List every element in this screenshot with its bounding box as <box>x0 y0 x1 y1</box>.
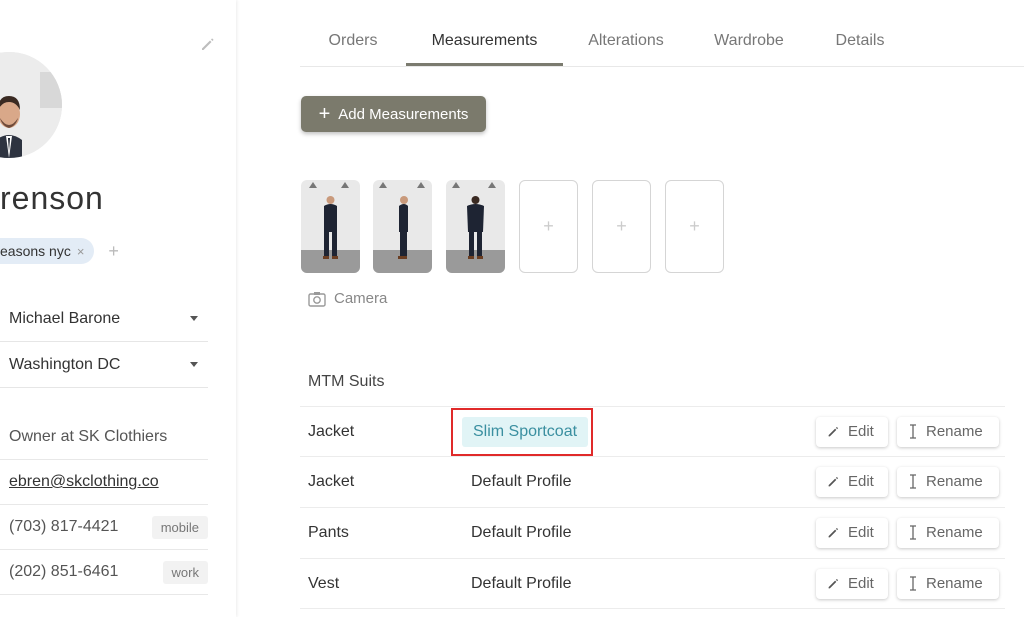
tag-list: easons nyc × + <box>0 238 119 264</box>
edit-button[interactable]: Edit <box>816 517 888 548</box>
camera-label: Camera <box>334 290 388 307</box>
garment-label: Jacket <box>308 422 355 440</box>
rename-label: Rename <box>926 524 983 541</box>
phone-number[interactable]: (202) 851-6461 <box>9 563 118 581</box>
phone-type-badge: work <box>162 560 208 584</box>
phone-row: (202) 851-6461 work <box>0 550 208 595</box>
job-title: Owner at SK Clothiers <box>9 428 168 445</box>
edit-label: Edit <box>848 575 874 592</box>
pencil-icon <box>828 476 839 487</box>
profile-label[interactable]: Default Profile <box>471 575 572 593</box>
edit-label: Edit <box>848 423 874 440</box>
table-row: Jacket Default Profile Edit Rename <box>300 456 1005 506</box>
customer-tag[interactable]: easons nyc × <box>0 238 95 264</box>
tab-details[interactable]: Details <box>822 18 898 66</box>
phone-number[interactable]: (703) 817-4421 <box>9 518 118 536</box>
garment-label: Vest <box>308 574 340 592</box>
rename-label: Rename <box>926 423 983 440</box>
add-measurements-label: Add Measurements <box>338 105 469 123</box>
edit-button[interactable]: Edit <box>816 416 888 447</box>
stylist-value: Michael Barone <box>9 309 121 327</box>
add-photo-slot[interactable]: + <box>519 180 578 273</box>
profile-label[interactable]: Default Profile <box>471 473 572 491</box>
add-tag-icon[interactable]: + <box>108 241 119 262</box>
text-cursor-icon <box>910 474 916 489</box>
close-icon[interactable]: × <box>77 244 85 259</box>
rename-button[interactable]: Rename <box>897 466 999 497</box>
highlight-box <box>451 408 593 456</box>
table-row: Pants Default Profile Edit Rename <box>300 507 1005 557</box>
edit-label: Edit <box>848 524 874 541</box>
customer-name: renson <box>0 180 104 216</box>
table-divider <box>300 608 1005 609</box>
chevron-down-icon <box>190 316 198 321</box>
chevron-down-icon <box>190 362 198 367</box>
add-measurements-button[interactable]: + Add Measurements <box>301 96 486 132</box>
rename-label: Rename <box>926 575 983 592</box>
photo-front[interactable] <box>301 180 360 273</box>
camera-button[interactable]: Camera <box>308 290 387 307</box>
edit-label: Edit <box>848 473 874 490</box>
text-cursor-icon <box>910 525 916 540</box>
photo-back[interactable] <box>446 180 505 273</box>
pencil-icon <box>828 578 839 589</box>
job-title-row: Owner at SK Clothiers <box>0 415 208 460</box>
pencil-icon <box>828 426 839 437</box>
tag-label: easons nyc <box>0 243 71 259</box>
phone-row: (703) 817-4421 mobile <box>0 505 208 550</box>
pencil-icon <box>828 527 839 538</box>
profile-label[interactable]: Default Profile <box>471 524 572 542</box>
photo-side[interactable] <box>373 180 432 273</box>
rename-button[interactable]: Rename <box>897 568 999 599</box>
tab-wardrobe[interactable]: Wardrobe <box>700 18 798 66</box>
plus-icon: + <box>318 103 331 125</box>
rename-button[interactable]: Rename <box>897 517 999 548</box>
location-value: Washington DC <box>9 355 121 373</box>
camera-icon <box>308 291 326 307</box>
avatar <box>0 52 62 158</box>
section-title: MTM Suits <box>308 373 385 390</box>
location-select[interactable]: Washington DC <box>0 342 208 388</box>
garment-label: Jacket <box>308 472 355 490</box>
email-link[interactable]: ebren@skclothing.co <box>9 473 159 491</box>
tab-bar: Orders Measurements Alterations Wardrobe… <box>300 18 1024 67</box>
pencil-icon[interactable] <box>200 36 216 52</box>
edit-button[interactable]: Edit <box>816 568 888 599</box>
text-cursor-icon <box>910 424 916 439</box>
tab-measurements[interactable]: Measurements <box>406 18 563 66</box>
table-row: Jacket Slim Sportcoat Edit Rename <box>300 406 1005 456</box>
add-photo-slot[interactable]: + <box>665 180 724 273</box>
customer-sidebar: renson easons nyc × + Michael Barone Was… <box>0 0 236 617</box>
tab-alterations[interactable]: Alterations <box>576 18 676 66</box>
edit-button[interactable]: Edit <box>816 466 888 497</box>
text-cursor-icon <box>910 576 916 591</box>
rename-label: Rename <box>926 473 983 490</box>
phone-type-badge: mobile <box>151 515 208 539</box>
add-photo-slot[interactable]: + <box>592 180 651 273</box>
table-row: Vest Default Profile Edit Rename <box>300 558 1005 608</box>
email-row: ebren@skclothing.co <box>0 460 208 505</box>
stylist-select[interactable]: Michael Barone <box>0 296 208 342</box>
garment-label: Pants <box>308 523 349 541</box>
rename-button[interactable]: Rename <box>897 416 999 447</box>
tab-orders[interactable]: Orders <box>313 18 393 66</box>
